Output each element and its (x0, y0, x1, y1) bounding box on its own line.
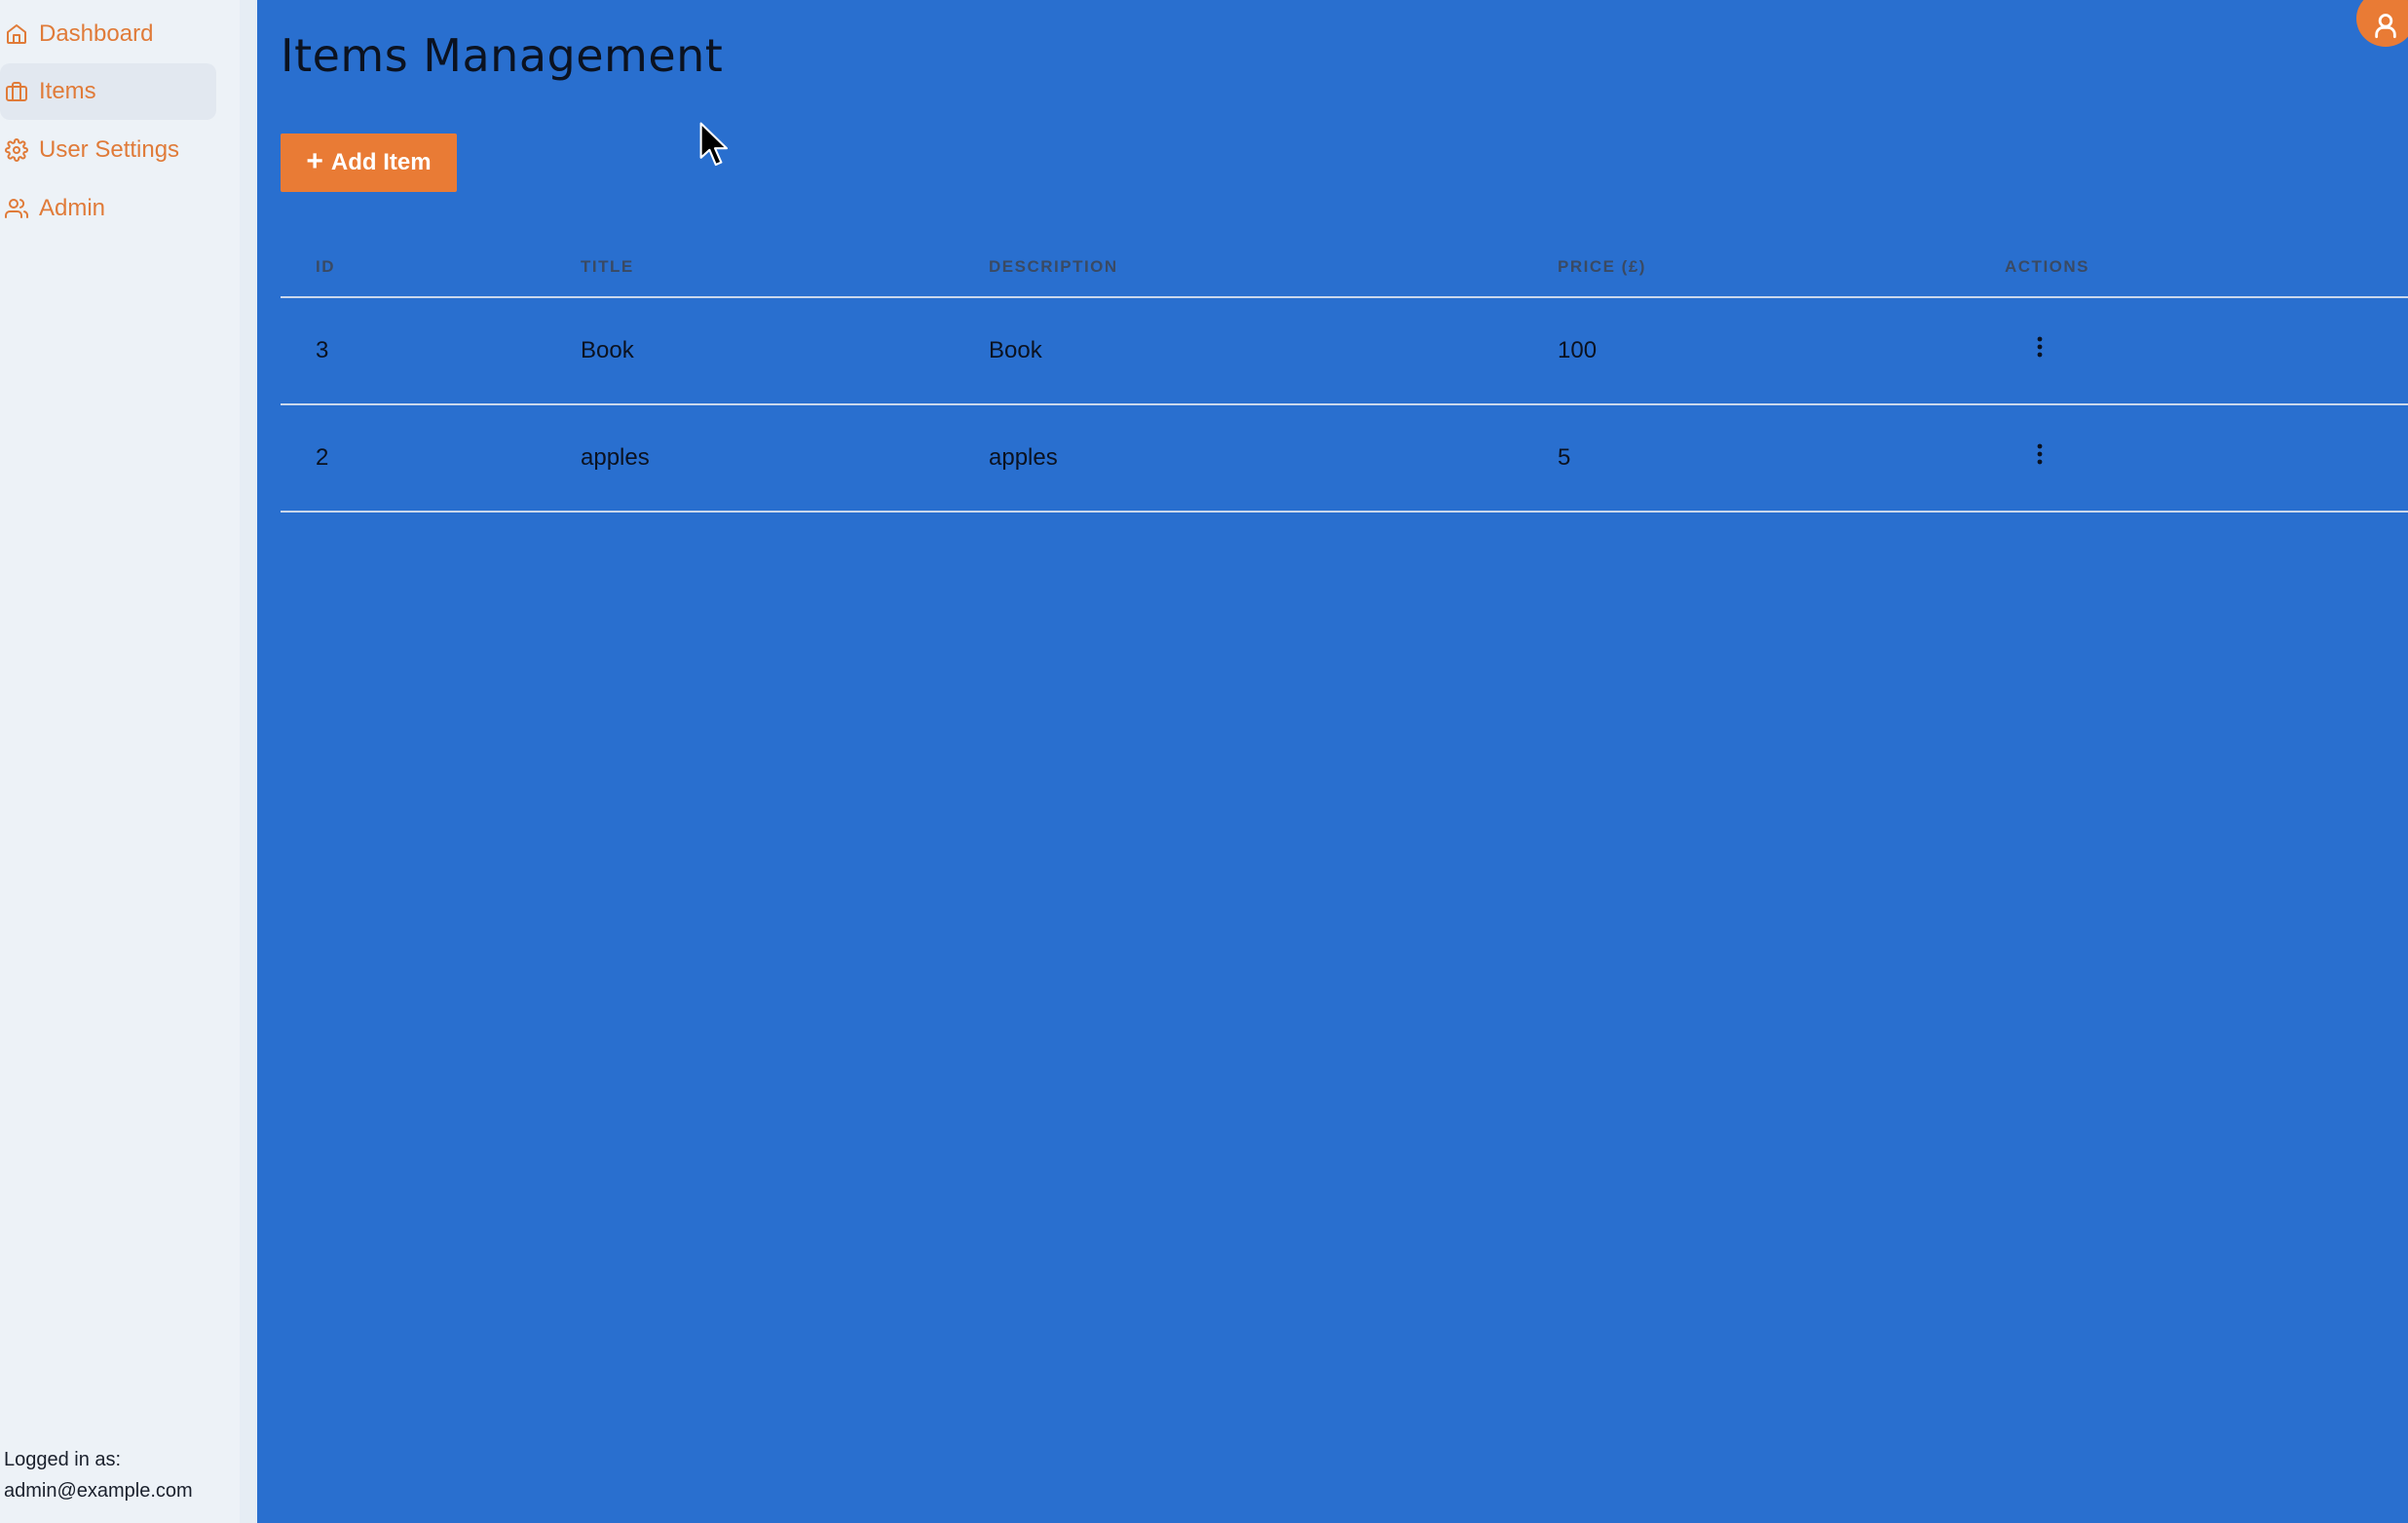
sidebar-item-label: User Settings (39, 136, 180, 163)
mouse-cursor (699, 122, 729, 167)
sidebar-item-label: Items (39, 78, 96, 104)
user-menu-button[interactable] (2356, 0, 2408, 47)
sidebar-item-label: Dashboard (39, 20, 154, 47)
cell-price: 100 (1558, 337, 1598, 363)
home-icon (3, 20, 30, 48)
table-header: ID TITLE DESCRIPTION PRICE (£) ACTIONS (281, 234, 2408, 298)
cell-title: Book (581, 337, 634, 363)
plus-icon: + (306, 145, 323, 177)
sidebar-item-user-settings[interactable]: User Settings (0, 122, 216, 178)
cell-title: apples (581, 444, 650, 471)
sidebar: Dashboard Items User Settings Admin Logg… (0, 0, 240, 1523)
cell-description: Book (989, 337, 1042, 363)
items-table: ID TITLE DESCRIPTION PRICE (£) ACTIONS 3… (281, 234, 2408, 513)
row-actions-button[interactable] (2020, 435, 2059, 474)
sidebar-item-dashboard[interactable]: Dashboard (0, 6, 216, 62)
cell-id: 2 (316, 444, 329, 471)
add-item-button[interactable]: + Add Item (281, 133, 457, 192)
column-header-price: PRICE (£) (1558, 257, 1646, 276)
sidebar-divider (240, 0, 257, 1523)
cell-id: 3 (316, 337, 329, 363)
logged-in-label: Logged in as: (4, 1449, 122, 1470)
cell-price: 5 (1558, 444, 1571, 471)
table-row: 2 apples apples 5 (281, 405, 2408, 513)
column-header-description: DESCRIPTION (989, 257, 1118, 276)
column-header-id: ID (316, 257, 335, 276)
add-item-label: Add Item (330, 149, 432, 175)
page-title: Items Management (281, 29, 724, 82)
users-icon (3, 195, 30, 222)
sidebar-item-items[interactable]: Items (0, 63, 216, 120)
table-row: 3 Book Book 100 (281, 298, 2408, 405)
row-actions-button[interactable] (2020, 327, 2059, 366)
briefcase-icon (3, 78, 30, 105)
column-header-actions: ACTIONS (2005, 257, 2089, 276)
sidebar-item-label: Admin (39, 195, 106, 221)
more-vertical-icon (2037, 443, 2043, 465)
column-header-title: TITLE (581, 257, 634, 276)
sidebar-item-admin[interactable]: Admin (0, 180, 216, 237)
app-root: Dashboard Items User Settings Admin Logg… (0, 0, 2408, 1523)
user-icon (2375, 14, 2396, 39)
settings-icon (3, 136, 30, 164)
cell-description: apples (989, 444, 1058, 471)
logged-in-info: Logged in as: admin@example.com (4, 1444, 193, 1506)
logged-in-email: admin@example.com (4, 1480, 193, 1502)
more-vertical-icon (2037, 336, 2043, 358)
